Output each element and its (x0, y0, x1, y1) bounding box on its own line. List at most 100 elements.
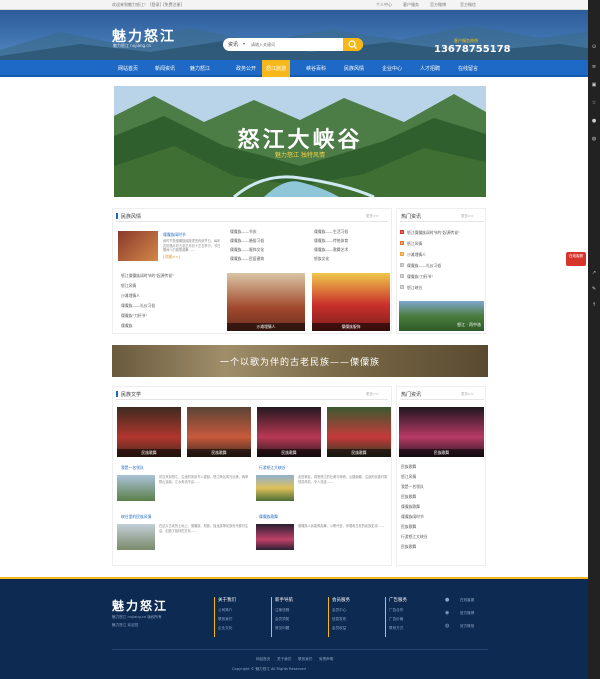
search-input[interactable] (251, 39, 343, 50)
list-item[interactable]: 沙滩埋情人 (407, 252, 426, 258)
footer-link[interactable]: 联系我们 (218, 617, 232, 622)
footer-link[interactable]: 信息发布 (332, 617, 346, 622)
list-item[interactable]: 行游怒江大峡谷 (401, 534, 428, 540)
list-item[interactable]: 民族歌舞 (401, 524, 416, 530)
list-item[interactable]: 傈僳族"刀杆节" (121, 313, 147, 319)
list-item[interactable]: 傈僳族——传统体育 (314, 238, 348, 244)
nav-item-home[interactable]: 网站首页 (118, 65, 138, 72)
cart-icon[interactable]: ▣ (591, 82, 597, 88)
list-item[interactable]: 民族歌舞 (401, 494, 416, 500)
culture-photo-2[interactable]: 民族歌舞 (187, 407, 251, 457)
culture-photo-1[interactable]: 民族歌舞 (117, 407, 181, 457)
list-item[interactable]: 傈僳族阔时节 (401, 514, 424, 520)
list-item[interactable]: 傈僳族——服饰文化 (230, 247, 264, 253)
hot2-photo[interactable]: 民族歌舞 (399, 407, 484, 457)
list-item[interactable]: 傈僳族——礼仪习俗 (407, 263, 441, 269)
search-button[interactable] (343, 38, 363, 51)
footer-link[interactable]: 会员中心 (332, 608, 346, 613)
bottom-link[interactable]: 关于我们 (277, 657, 291, 662)
list-item[interactable]: 民族歌舞 (401, 544, 416, 550)
top-link-4[interactable]: 官方微信 (460, 2, 476, 8)
list-item[interactable]: 傈僳族——节庆 (230, 229, 257, 235)
user-icon[interactable]: ⊙ (591, 44, 597, 50)
list-item[interactable]: 民族歌舞 (401, 464, 416, 470)
share-icon[interactable]: ↗ (591, 270, 597, 276)
footer-link[interactable]: 常见问题 (275, 626, 289, 631)
top-link-2[interactable]: 客户服务 (403, 2, 419, 8)
nav-item-news[interactable]: 新闻资讯 (155, 65, 175, 72)
footer-link[interactable]: 企业文化 (218, 626, 232, 631)
hot1-more[interactable]: 更多>> (461, 214, 474, 219)
article-photo[interactable] (117, 475, 155, 501)
list-item[interactable]: 傈僳族"刀杆节" (407, 274, 433, 280)
hot2-more[interactable]: 更多>> (461, 392, 474, 397)
bottom-link[interactable]: 网站首页 (256, 657, 270, 662)
list-item[interactable]: 傈僳族——生活习俗 (314, 229, 348, 235)
folk-photo-2[interactable]: 傈僳族服饰 (312, 273, 390, 331)
list-item[interactable]: 怒族文化 (314, 256, 329, 262)
footer-link[interactable]: 会员须知 (275, 617, 289, 622)
edit-icon[interactable]: ✎ (591, 286, 597, 292)
bottom-link[interactable]: 联系我们 (298, 657, 312, 662)
list-item[interactable]: 我是一名领队 (401, 484, 424, 490)
hero-banner[interactable]: 怒江大峡谷 魅力怒江 独特风情 (114, 86, 486, 197)
nav-item-enterprise[interactable]: 企业中心 (382, 65, 402, 72)
footer-link[interactable]: 会员权益 (332, 626, 346, 631)
list-item[interactable]: 怒江傈僳族阔时节的"起源传说" (407, 230, 460, 236)
culture-photo-3[interactable]: 民族歌舞 (257, 407, 321, 457)
article-photo[interactable] (256, 475, 294, 501)
contact-link[interactable]: 在线客服 (460, 598, 474, 603)
list-item[interactable]: 傈僳族——婚俗习俗 (230, 238, 264, 244)
login-link[interactable]: [登录] (150, 2, 161, 8)
folk-more[interactable]: 更多>> (366, 214, 379, 219)
list-item[interactable]: 怒江傈僳族阔时节的"起源传说" (121, 273, 174, 279)
list-item[interactable]: 傈僳族——礼仪习俗 (121, 303, 155, 309)
top-icon[interactable]: ↑ (591, 302, 597, 308)
nav-item-travel[interactable]: 怒江旅游 (262, 60, 291, 77)
nav-item-gov[interactable]: 政务公开 (236, 65, 256, 72)
star-icon[interactable]: ☆ (591, 100, 597, 106)
list-item[interactable]: 怒江峡谷 (407, 285, 422, 291)
list-item[interactable]: 怒江风情 (401, 474, 416, 480)
nav-item-charm[interactable]: 魅力怒江 (190, 65, 210, 72)
article-photo[interactable] (256, 524, 294, 550)
hot1-photo[interactable]: 怒江 · 丙中洛 (399, 301, 484, 331)
feature-photo[interactable] (118, 231, 158, 261)
footer-link[interactable]: 联系方式 (389, 626, 403, 631)
feature-title[interactable]: 傈僳族阔时节 (163, 232, 186, 238)
list-item[interactable]: 怒江风情 (121, 283, 136, 289)
contact-link[interactable]: 官方微信 (460, 624, 474, 629)
list-item[interactable]: 傈僳族歌舞 (401, 504, 420, 510)
footer-link[interactable]: 广告价格 (389, 617, 403, 622)
menu-icon[interactable]: ≡ (591, 64, 597, 70)
chat-icon[interactable]: ● (591, 118, 597, 124)
culture-more[interactable]: 更多>> (366, 392, 379, 397)
top-link-1[interactable]: 个人中心 (376, 2, 392, 8)
register-link[interactable]: [免费注册] (163, 2, 182, 8)
wechat-icon[interactable]: ◍ (591, 136, 597, 142)
list-item[interactable]: 傈僳族——民居建筑 (230, 256, 264, 262)
feature-more[interactable]: [详细>>] (163, 254, 180, 260)
list-item[interactable]: 傈僳族——歌舞艺术 (314, 247, 348, 253)
online-service-badge[interactable]: 在线客服 (566, 252, 586, 266)
article-title[interactable]: 峡谷里的民族风情 (121, 514, 151, 520)
top-link-3[interactable]: 官方微博 (430, 2, 446, 8)
culture-photo-4[interactable]: 民族歌舞 (327, 407, 391, 457)
nav-item-wiki[interactable]: 峡谷百科 (306, 65, 326, 72)
culture-band[interactable]: 一个以歌为伴的古老民族——傈僳族 (112, 345, 488, 377)
list-item[interactable]: 沙滩埋情人 (121, 293, 140, 299)
nav-item-message[interactable]: 在线留言 (458, 65, 478, 72)
contact-link[interactable]: 官方微博 (460, 611, 474, 616)
article-title[interactable]: 我是一名领队 (121, 465, 144, 471)
list-item[interactable]: 傈僳族 (121, 323, 132, 329)
article-title[interactable]: 傈僳族歌舞 (259, 514, 278, 520)
article-photo[interactable] (117, 524, 155, 550)
nav-item-folk[interactable]: 民族风情 (344, 65, 364, 72)
bottom-link[interactable]: 免责声明 (319, 657, 333, 662)
footer-link[interactable]: 公司简介 (218, 608, 232, 613)
search-type-select[interactable]: 资讯 (228, 41, 238, 48)
nav-item-jobs[interactable]: 人才招聘 (420, 65, 440, 72)
footer-link[interactable]: 广告合作 (389, 608, 403, 613)
list-item[interactable]: 怒江风情 (407, 241, 422, 247)
footer-link[interactable]: 注册流程 (275, 608, 289, 613)
